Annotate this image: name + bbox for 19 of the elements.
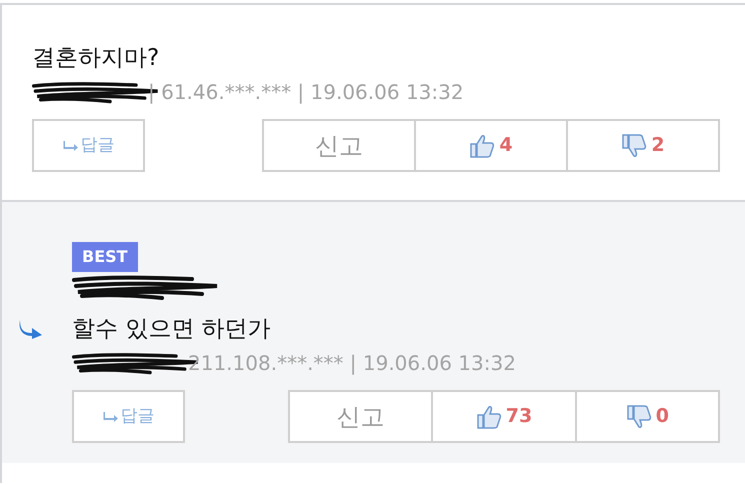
report-button[interactable]: 신고: [290, 392, 434, 441]
thumbs-up-icon: [476, 404, 502, 430]
thumbs-down-icon: [621, 132, 648, 158]
dislike-button[interactable]: 0: [576, 392, 718, 441]
reply-arrow-icon: [102, 410, 118, 422]
report-button[interactable]: 신고: [264, 121, 416, 170]
comment-text: 결혼하지마?: [32, 44, 160, 73]
comment-meta: 211.108.***.*** | 19.06.06 13:32: [188, 350, 516, 377]
comment-meta: | 61.46.***.*** | 19.06.06 13:32: [148, 79, 464, 106]
comment-text: 할수 있으면 하던가: [72, 315, 271, 344]
reply-button[interactable]: 답글: [72, 390, 185, 443]
like-button[interactable]: 73: [433, 392, 577, 441]
best-badge: BEST: [72, 242, 138, 272]
reply-button[interactable]: 답글: [32, 119, 145, 172]
reply-arrow-icon: [62, 140, 78, 152]
like-button[interactable]: 4: [416, 121, 568, 170]
dislike-button[interactable]: 2: [568, 121, 718, 170]
thumbs-down-icon: [626, 404, 652, 430]
thumbs-up-icon: [469, 132, 496, 158]
